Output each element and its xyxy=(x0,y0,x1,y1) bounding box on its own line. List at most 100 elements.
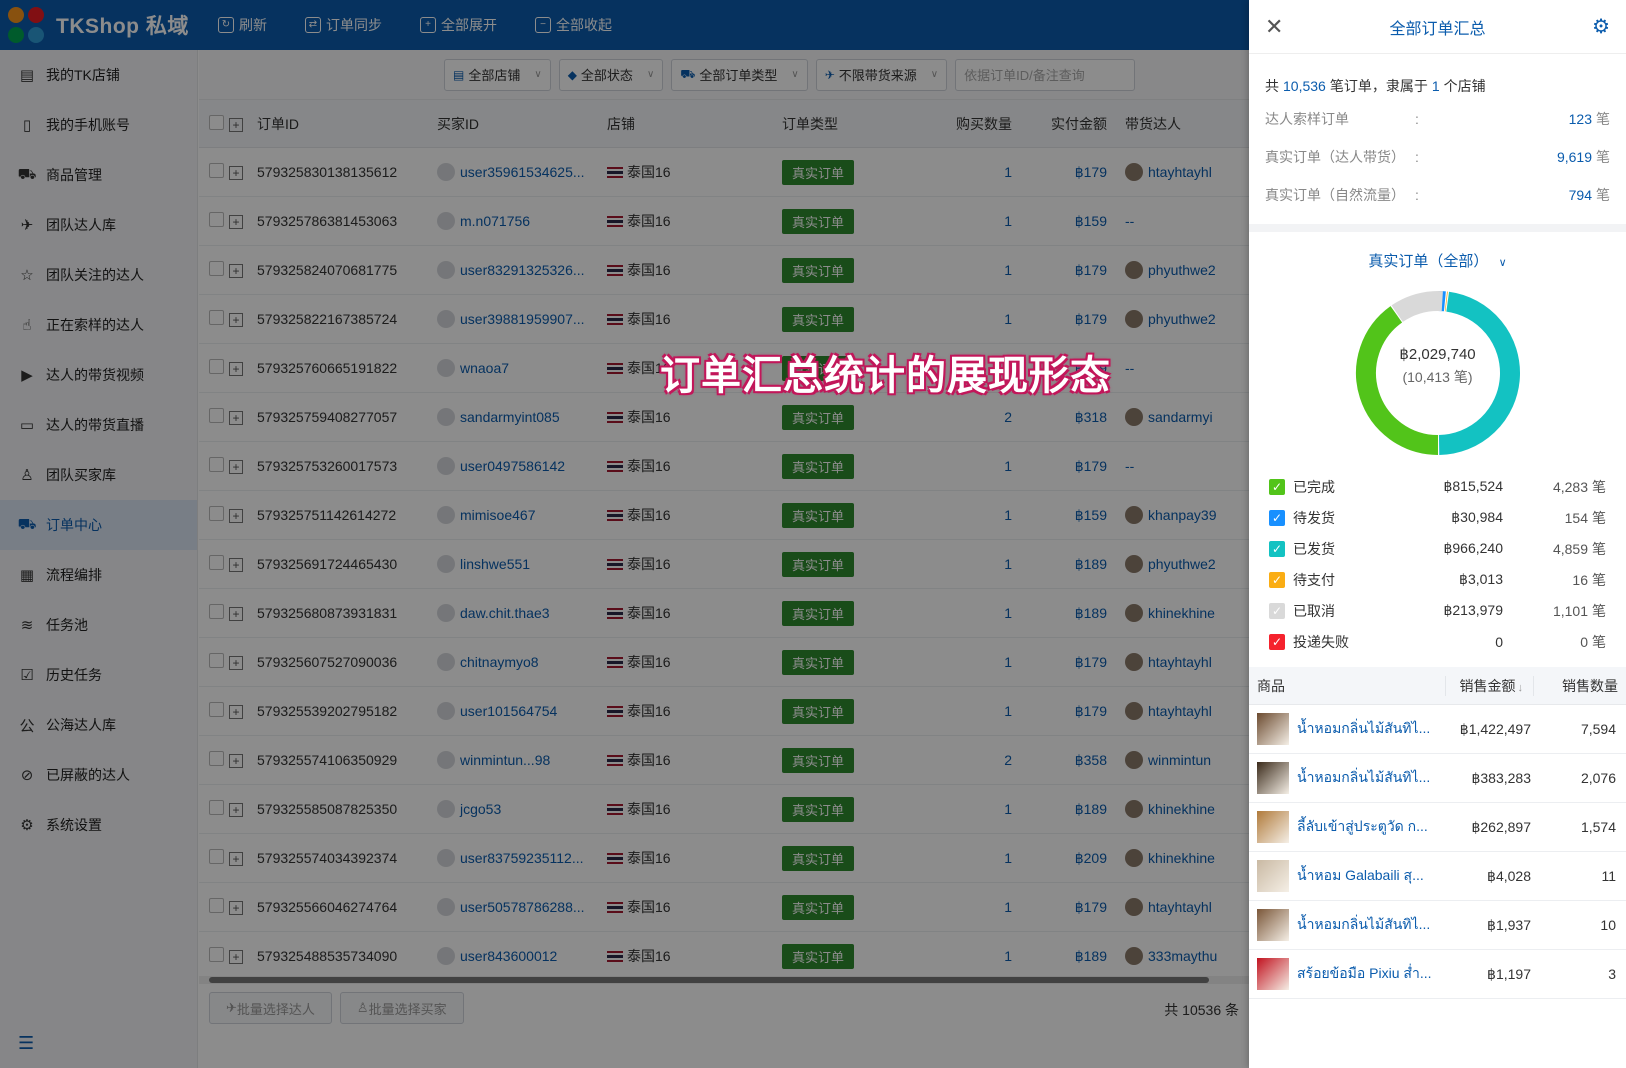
row-expand-cell[interactable]: + xyxy=(229,360,257,376)
filter-select-3[interactable]: ✈ 不限带货来源 ∨ xyxy=(815,58,948,91)
horizontal-scrollbar[interactable] xyxy=(199,976,1249,984)
product-name-link[interactable]: น้ำหอมกลิ่นไม้สันทิไ... xyxy=(1297,914,1447,936)
row-expand-cell[interactable]: + xyxy=(229,752,257,768)
row-checkbox-cell[interactable] xyxy=(199,212,229,230)
batch-button-0[interactable]: ✈ 批量选择达人 xyxy=(209,992,332,1024)
buyer-id[interactable]: user83759235112... xyxy=(460,850,584,866)
buyer-id[interactable]: winmintun...98 xyxy=(460,752,550,768)
row-expand-cell[interactable]: + xyxy=(229,556,257,572)
kol-link[interactable]: khanpay39 xyxy=(1125,506,1247,524)
row-expand-cell[interactable]: + xyxy=(229,507,257,523)
row-checkbox-cell[interactable] xyxy=(199,849,229,867)
product-name-link[interactable]: ลี้ลับเข้าสู่ประตูวัด ก... xyxy=(1297,816,1447,838)
row-expand-cell[interactable]: + xyxy=(229,703,257,719)
row-checkbox-cell[interactable] xyxy=(199,408,229,426)
kol-name[interactable]: khanpay39 xyxy=(1148,507,1217,523)
row-expand-cell[interactable]: + xyxy=(229,311,257,327)
filter-select-0[interactable]: ▤ 全部店铺 ∨ xyxy=(444,58,551,91)
product-name-link[interactable]: น้ำหอมกลิ่นไม้สันทิไ... xyxy=(1297,718,1447,740)
buyer-link[interactable]: chitnaymyo8 xyxy=(437,653,607,671)
kol-name[interactable]: winmintun xyxy=(1148,752,1211,768)
expand-icon[interactable]: + xyxy=(229,558,243,572)
buyer-link[interactable]: user0497586142 xyxy=(437,457,607,475)
batch-button-1[interactable]: ♙ 批量选择买家 xyxy=(339,992,464,1024)
close-icon[interactable]: ✕ xyxy=(1265,14,1283,40)
sidebar-item-3[interactable]: ✈ 团队达人库 xyxy=(0,200,197,250)
kol-name[interactable]: khinekhine xyxy=(1148,801,1215,817)
kol-link[interactable]: phyuthwe2 xyxy=(1125,310,1247,328)
row-checkbox-cell[interactable] xyxy=(199,751,229,769)
sidebar-item-5[interactable]: ☝ 正在索样的达人 xyxy=(0,300,197,350)
row-checkbox[interactable] xyxy=(209,751,224,766)
sidebar-item-15[interactable]: ⚙ 系统设置 xyxy=(0,800,197,850)
legend-item[interactable]: ✓ 投递失败 0 0 笔 xyxy=(1269,626,1606,657)
kol-link[interactable]: winmintun xyxy=(1125,751,1247,769)
kol-link[interactable]: khinekhine xyxy=(1125,849,1247,867)
expand-icon[interactable]: + xyxy=(229,754,243,768)
kol-link[interactable]: 333maythu xyxy=(1125,947,1247,965)
scrollbar-thumb[interactable] xyxy=(209,977,1209,983)
buyer-id[interactable]: wnaoa7 xyxy=(460,360,509,376)
legend-item[interactable]: ✓ 已完成 ฿815,524 4,283 笔 xyxy=(1269,471,1606,502)
menu-toggle-icon[interactable]: ☰ xyxy=(18,1033,34,1054)
checkbox-checked-icon[interactable]: ✓ xyxy=(1269,509,1285,526)
buyer-id[interactable]: linshwe551 xyxy=(460,556,530,572)
row-checkbox-cell[interactable] xyxy=(199,947,229,965)
row-expand-cell[interactable]: + xyxy=(229,605,257,621)
buyer-id[interactable]: user101564754 xyxy=(460,703,557,719)
expand-icon[interactable]: + xyxy=(229,607,243,621)
product-header-amount[interactable]: 销售金额 ↓ xyxy=(1445,675,1533,696)
sidebar-item-9[interactable]: ⛟ 订单中心 xyxy=(0,500,197,550)
row-checkbox[interactable] xyxy=(209,261,224,276)
buyer-id[interactable]: jcgo53 xyxy=(460,801,501,817)
kol-name[interactable]: htayhtayhl xyxy=(1148,164,1212,180)
expand-icon[interactable]: + xyxy=(229,411,243,425)
filter-select-1[interactable]: ◆ 全部状态 ∨ xyxy=(558,58,664,91)
kol-name[interactable]: htayhtayhl xyxy=(1148,703,1212,719)
row-checkbox[interactable] xyxy=(209,800,224,815)
row-checkbox-cell[interactable] xyxy=(199,555,229,573)
kol-name[interactable]: htayhtayhl xyxy=(1148,654,1212,670)
kol-name[interactable]: 333maythu xyxy=(1148,948,1217,964)
product-name-link[interactable]: น้ำหอม Galabaili สุ... xyxy=(1297,865,1447,887)
legend-item[interactable]: ✓ 已发货 ฿966,240 4,859 笔 xyxy=(1269,533,1606,564)
kol-name[interactable]: khinekhine xyxy=(1148,850,1215,866)
expand-icon[interactable]: + xyxy=(229,117,243,132)
kol-link[interactable]: phyuthwe2 xyxy=(1125,261,1247,279)
buyer-link[interactable]: linshwe551 xyxy=(437,555,607,573)
sidebar-item-0[interactable]: ▤ 我的TK店铺 xyxy=(0,50,197,100)
sidebar-item-13[interactable]: 公公海达人库 xyxy=(0,700,197,750)
kol-name[interactable]: sandarmyi xyxy=(1148,409,1213,425)
sidebar-item-12[interactable]: ☑ 历史任务 xyxy=(0,650,197,700)
expand-icon[interactable]: + xyxy=(229,705,243,719)
row-expand-cell[interactable]: + xyxy=(229,262,257,278)
row-checkbox-cell[interactable] xyxy=(199,604,229,622)
sidebar-item-2[interactable]: ⛟ 商品管理 xyxy=(0,150,197,200)
buyer-id[interactable]: user0497586142 xyxy=(460,458,565,474)
row-checkbox-cell[interactable] xyxy=(199,261,229,279)
row-expand-cell[interactable]: + xyxy=(229,850,257,866)
row-checkbox-cell[interactable] xyxy=(199,800,229,818)
kol-name[interactable]: phyuthwe2 xyxy=(1148,556,1216,572)
buyer-link[interactable]: user843600012 xyxy=(437,947,607,965)
header-expand-cell[interactable]: + xyxy=(229,116,257,132)
buyer-link[interactable]: user50578786288... xyxy=(437,898,607,916)
row-checkbox[interactable] xyxy=(209,653,224,668)
sidebar-item-6[interactable]: ▶ 达人的带货视频 xyxy=(0,350,197,400)
buyer-link[interactable]: user83759235112... xyxy=(437,849,607,867)
row-checkbox[interactable] xyxy=(209,555,224,570)
row-expand-cell[interactable]: + xyxy=(229,409,257,425)
row-expand-cell[interactable]: + xyxy=(229,654,257,670)
buyer-id[interactable]: m.n071756 xyxy=(460,213,530,229)
row-expand-cell[interactable]: + xyxy=(229,899,257,915)
donut-slice-4[interactable] xyxy=(1391,291,1443,323)
sidebar-item-10[interactable]: ▦ 流程编排 xyxy=(0,550,197,600)
row-checkbox[interactable] xyxy=(209,898,224,913)
legend-item[interactable]: ✓ 待发货 ฿30,984 154 笔 xyxy=(1269,502,1606,533)
buyer-link[interactable]: mimisoe467 xyxy=(437,506,607,524)
expand-icon[interactable]: + xyxy=(229,215,243,229)
buyer-id[interactable]: user39881959907... xyxy=(460,311,585,327)
row-checkbox-cell[interactable] xyxy=(199,310,229,328)
kol-link[interactable]: khinekhine xyxy=(1125,800,1247,818)
row-checkbox[interactable] xyxy=(209,359,224,374)
